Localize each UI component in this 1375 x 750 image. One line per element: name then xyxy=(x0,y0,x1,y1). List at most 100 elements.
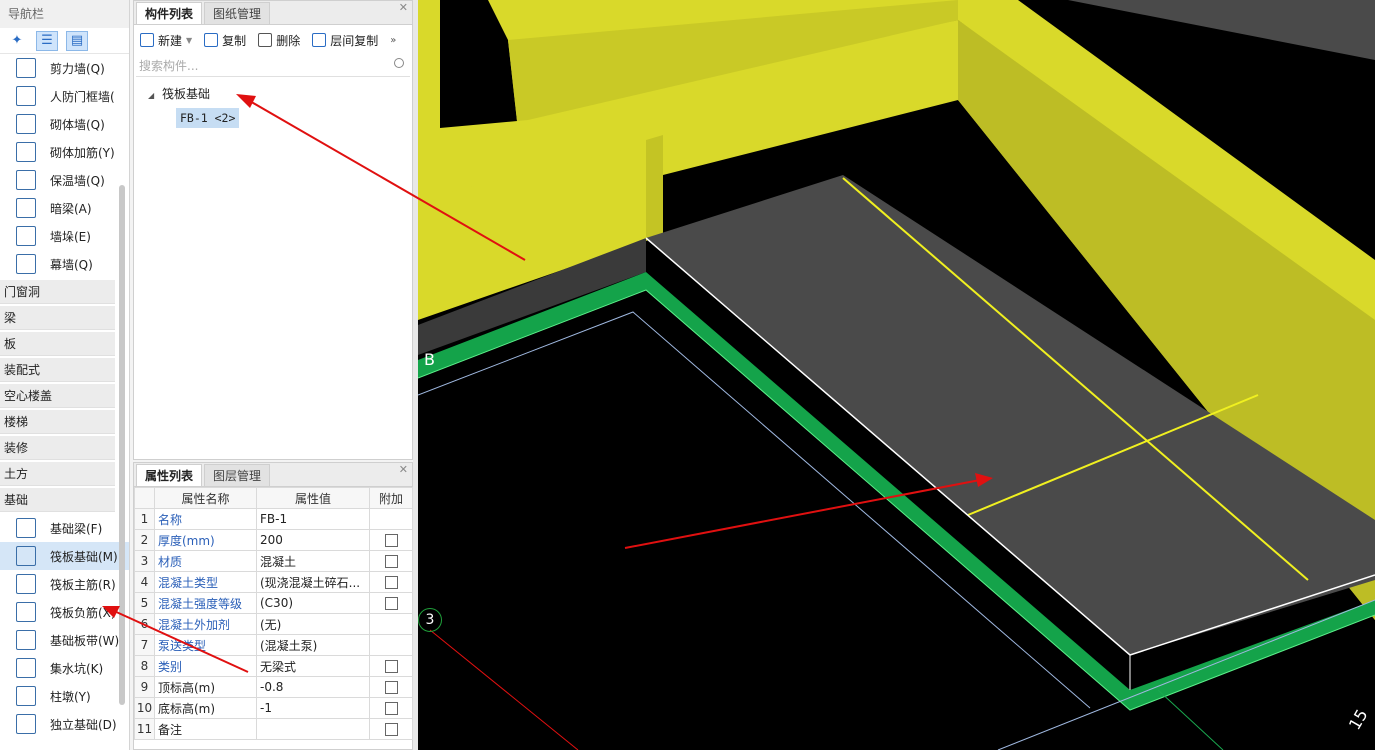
nav-item-raft-main-rebar[interactable]: 筏板主筋(R) xyxy=(0,570,129,598)
nav-scrollbar[interactable] xyxy=(119,185,125,705)
close-icon[interactable]: ✕ xyxy=(399,1,408,14)
tab-component-list[interactable]: 构件列表 xyxy=(136,2,203,24)
copy-button[interactable]: 复制 xyxy=(204,32,246,49)
nav-item-label: 筏板基础(M) xyxy=(50,549,118,564)
property-value[interactable]: -0.8 xyxy=(256,676,370,698)
axis-label-b: B xyxy=(424,350,435,369)
property-value[interactable]: 混凝土 xyxy=(256,550,370,572)
nav-item-foundation-strip[interactable]: 基础板带(W) xyxy=(0,626,129,654)
property-row[interactable]: 5 混凝土强度等级 (C30) xyxy=(134,592,413,614)
list-view-icon[interactable]: ☰ xyxy=(36,30,58,51)
attach-cell xyxy=(369,697,413,719)
nav-item-column-pier[interactable]: 柱墩(Y) xyxy=(0,682,129,710)
property-name: 混凝土强度等级 xyxy=(154,592,257,614)
nav-category-1[interactable]: 梁 xyxy=(0,306,115,330)
attach-checkbox[interactable] xyxy=(384,702,398,715)
property-value[interactable]: FB-1 xyxy=(256,508,370,530)
property-row[interactable]: 2 厚度(mm) 200 xyxy=(134,529,413,551)
attach-checkbox[interactable] xyxy=(384,597,398,610)
nav-item-raft-foundation[interactable]: 筏板基础(M) xyxy=(0,542,129,570)
nav-item-sump-pit[interactable]: 集水坑(K) xyxy=(0,654,129,682)
nav-item-shear-wall[interactable]: 剪力墙(Q) xyxy=(0,54,129,82)
property-row[interactable]: 3 材质 混凝土 xyxy=(134,550,413,572)
attach-checkbox[interactable] xyxy=(384,660,398,673)
header-property-name: 属性名称 xyxy=(154,487,257,509)
tab-layer-management[interactable]: 图层管理 xyxy=(204,464,271,486)
tab-drawing-management[interactable]: 图纸管理 xyxy=(204,2,271,24)
property-header-row: 属性名称 属性值 附加 xyxy=(134,487,413,509)
nav-category-5[interactable]: 楼梯 xyxy=(0,410,115,434)
dropdown-arrow-icon[interactable]: ▼ xyxy=(186,36,192,45)
nav-wall-items: 剪力墙(Q) 人防门框墙(砌体墙(Q) 砌体加筋(Y) 保温墙(Q) 暗梁(A) 墙垛(E… xyxy=(0,54,129,278)
property-value[interactable]: (现浇混凝土碎石... xyxy=(256,571,370,593)
property-row[interactable]: 6 混凝土外加剂 (无) xyxy=(134,613,413,635)
property-row[interactable]: 1 名称 FB-1 xyxy=(134,508,413,530)
attach-checkbox[interactable] xyxy=(384,555,398,568)
detail-view-icon[interactable]: ▤ xyxy=(66,30,88,51)
nav-item-masonry-wall[interactable]: 砌体墙(Q) xyxy=(0,110,129,138)
axis-marker-3[interactable]: 3 xyxy=(418,608,442,632)
property-value[interactable]: (C30) xyxy=(256,592,370,614)
property-row[interactable]: 11 备注 xyxy=(134,718,413,740)
header-index xyxy=(134,487,155,509)
nav-item-label: 集水坑(K) xyxy=(50,661,104,676)
attach-cell xyxy=(369,613,413,635)
nav-item-civil-defense-door-wall[interactable]: 人防门框墙( xyxy=(0,82,129,110)
tree-item-fb1[interactable]: FB-1 <2> xyxy=(176,108,240,128)
nav-item-label: 筏板负筋(X) xyxy=(50,605,116,620)
nav-item-foundation-beam[interactable]: 基础梁(F) xyxy=(0,514,129,542)
nav-category-2[interactable]: 板 xyxy=(0,332,115,356)
attach-checkbox[interactable] xyxy=(384,723,398,736)
curtain-wall-icon xyxy=(16,254,36,274)
new-button[interactable]: 新建 ▼ xyxy=(140,32,192,49)
nav-category-4[interactable]: 空心楼盖 xyxy=(0,384,115,408)
property-row[interactable]: 10 底标高(m) -1 xyxy=(134,697,413,719)
nav-category-0[interactable]: 门窗洞 xyxy=(0,280,115,304)
nav-item-masonry-reinforcement[interactable]: 砌体加筋(Y) xyxy=(0,138,129,166)
delete-button[interactable]: 删除 xyxy=(258,32,300,49)
attach-checkbox[interactable] xyxy=(384,576,398,589)
row-index: 6 xyxy=(134,613,155,635)
nav-category-6[interactable]: 装修 xyxy=(0,436,115,460)
close-icon[interactable]: ✕ xyxy=(399,463,408,476)
property-value[interactable]: (无) xyxy=(256,613,370,635)
nav-item-curtain-wall[interactable]: 幕墙(Q) xyxy=(0,250,129,278)
more-tools-icon[interactable]: » xyxy=(390,35,396,46)
component-list-panel: 构件列表 图纸管理 ✕ 新建 ▼ 复制 删除 层间复制 » 搜索构件... ◢ … xyxy=(133,0,413,460)
property-row[interactable]: 9 顶标高(m) -0.8 xyxy=(134,676,413,698)
nav-category-8[interactable]: 基础 xyxy=(0,488,115,512)
nav-item-hidden-beam[interactable]: 暗梁(A) xyxy=(0,194,129,222)
nav-item-raft-negative-rebar[interactable]: 筏板负筋(X) xyxy=(0,598,129,626)
nav-item-wall-pier[interactable]: 墙垛(E) xyxy=(0,222,129,250)
property-value[interactable]: -1 xyxy=(256,697,370,719)
nav-category-7[interactable]: 土方 xyxy=(0,462,115,486)
floor-copy-button[interactable]: 层间复制 xyxy=(312,32,378,49)
nav-item-insulation-wall[interactable]: 保温墙(Q) xyxy=(0,166,129,194)
pin-icon[interactable]: ✦ xyxy=(6,31,28,51)
attach-checkbox[interactable] xyxy=(384,534,398,547)
property-value[interactable]: 无梁式 xyxy=(256,655,370,677)
tab-property-list[interactable]: 属性列表 xyxy=(136,464,203,486)
row-index: 10 xyxy=(134,697,155,719)
3d-viewport[interactable]: B 3 15 xyxy=(418,0,1375,750)
nav-item-label: 基础梁(F) xyxy=(50,521,103,536)
property-value[interactable] xyxy=(256,718,370,740)
row-index: 3 xyxy=(134,550,155,572)
property-name: 顶标高(m) xyxy=(154,676,257,698)
collapse-triangle-icon[interactable]: ◢ xyxy=(148,91,154,100)
left-lower-wall-face xyxy=(646,135,663,240)
search-icon[interactable] xyxy=(394,58,404,68)
property-value[interactable]: 200 xyxy=(256,529,370,551)
tree-group-raft-foundation[interactable]: ◢ 筏板基础 xyxy=(134,83,412,105)
attach-checkbox[interactable] xyxy=(384,681,398,694)
nav-category-3[interactable]: 装配式 xyxy=(0,358,115,382)
component-search-input[interactable]: 搜索构件... xyxy=(136,55,410,77)
property-value[interactable]: (混凝土泵) xyxy=(256,634,370,656)
nav-item-isolated-footing[interactable]: 独立基础(D) xyxy=(0,710,129,738)
nav-item-label: 保温墙(Q) xyxy=(50,173,105,188)
property-tabs: 属性列表 图层管理 ✕ xyxy=(134,463,412,487)
property-row[interactable]: 4 混凝土类型 (现浇混凝土碎石... xyxy=(134,571,413,593)
property-row[interactable]: 7 泵送类型 (混凝土泵) xyxy=(134,634,413,656)
property-row[interactable]: 8 类别 无梁式 xyxy=(134,655,413,677)
property-name: 材质 xyxy=(154,550,257,572)
